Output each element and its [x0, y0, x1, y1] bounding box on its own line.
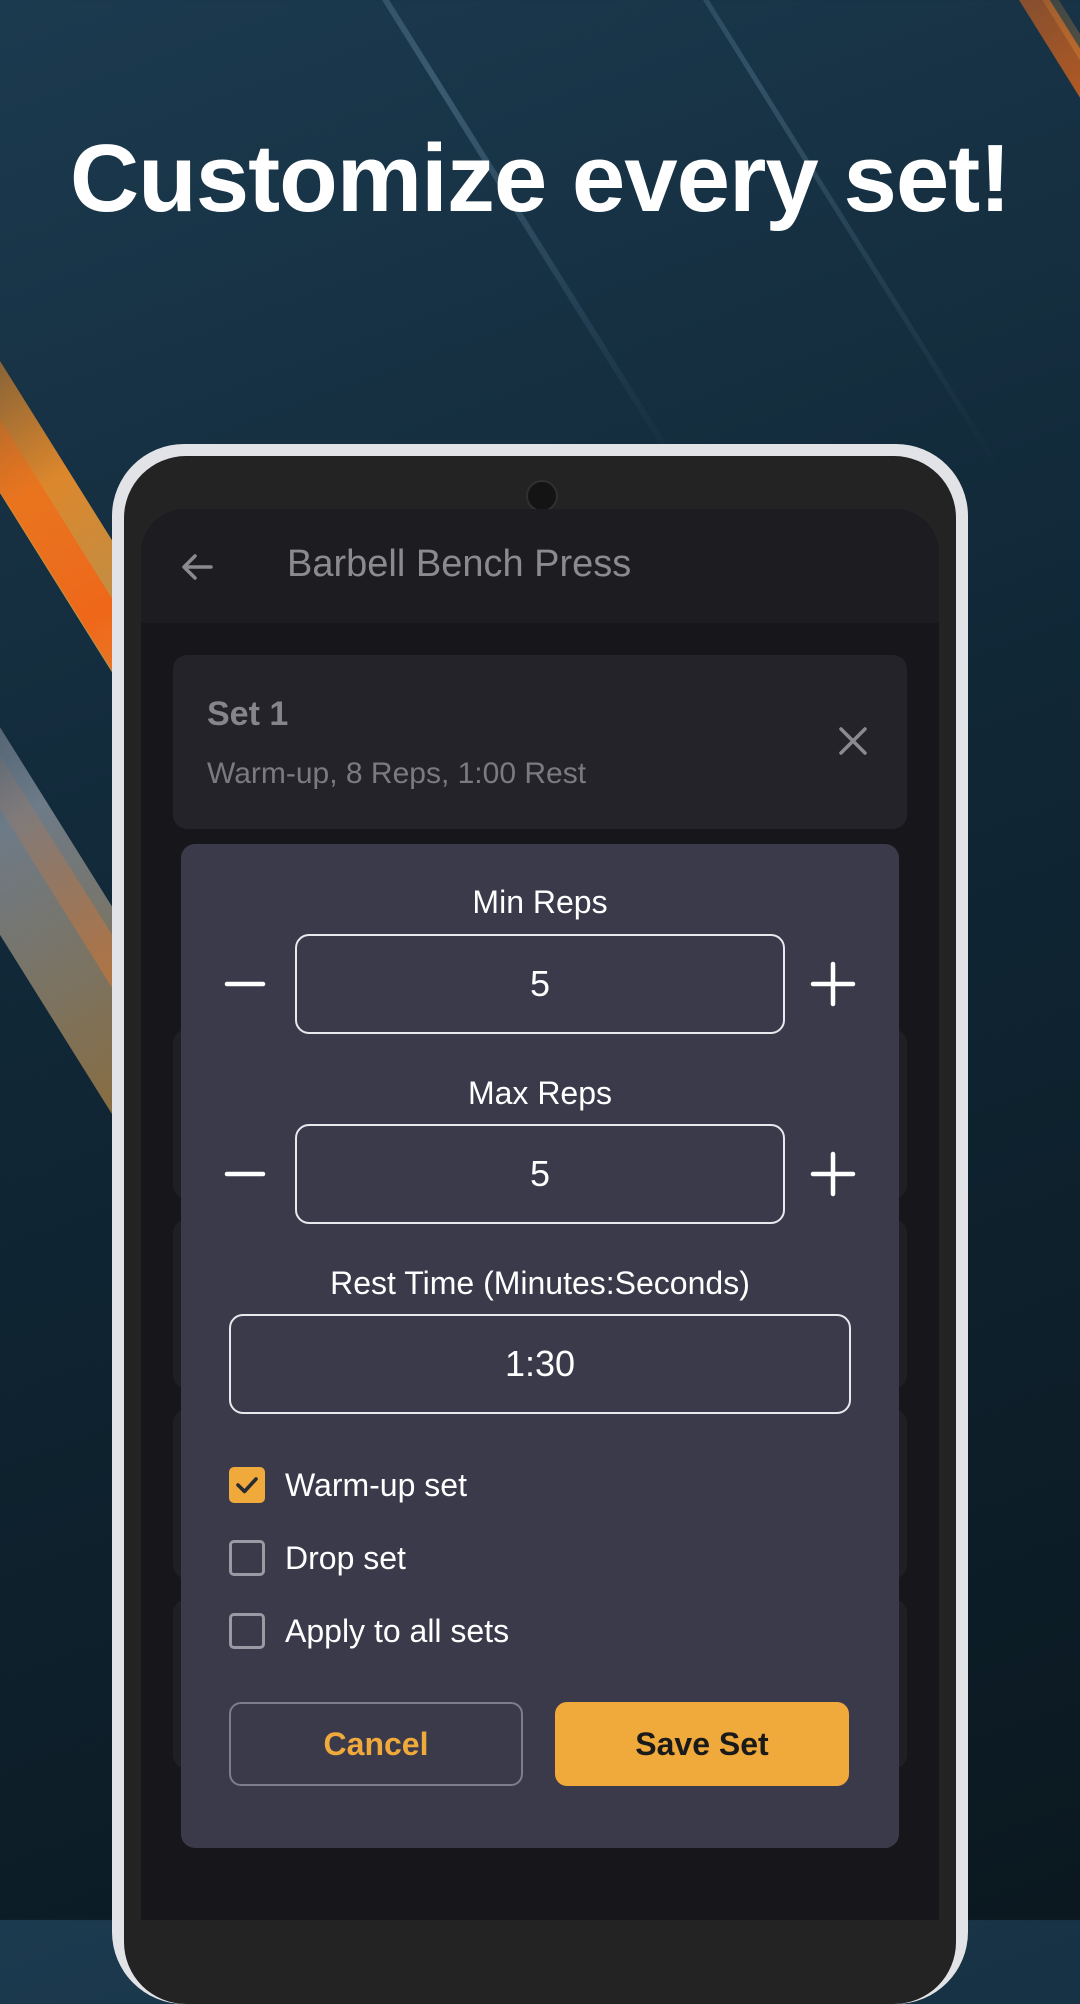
set-summary: Warm-up, 8 Reps, 1:00 Rest	[207, 757, 587, 790]
min-reps-field[interactable]: 5	[295, 934, 785, 1034]
cancel-button[interactable]: Cancel	[229, 1702, 523, 1786]
save-set-button[interactable]: Save Set	[555, 1702, 849, 1786]
apply-all-checkbox[interactable]	[229, 1613, 265, 1649]
warm-up-checkbox[interactable]	[229, 1467, 265, 1503]
promo-headline: Customize every set!	[69, 125, 1011, 232]
rest-time-field[interactable]: 1:30	[229, 1314, 851, 1414]
light-streak	[974, 0, 1080, 654]
max-reps-field[interactable]: 5	[295, 1124, 785, 1224]
warm-up-label: Warm-up set	[285, 1466, 467, 1503]
min-reps-label: Min Reps	[472, 884, 608, 920]
checkmark-icon	[236, 1477, 258, 1494]
app-screen: Barbell Bench Press Set 1 Warm-up, 8 Rep…	[141, 509, 939, 1920]
rest-time-label: Rest Time (Minutes:Seconds)	[330, 1265, 750, 1301]
plus-icon[interactable]	[803, 1144, 863, 1204]
max-reps-label: Max Reps	[467, 1075, 613, 1111]
apply-all-option[interactable]: Apply to all sets	[229, 1609, 509, 1653]
app-bar: Barbell Bench Press	[141, 509, 939, 623]
drop-set-checkbox[interactable]	[229, 1540, 265, 1576]
warm-up-option[interactable]: Warm-up set	[229, 1463, 467, 1507]
arrow-left-icon[interactable]	[177, 547, 217, 587]
set-title: Set 1	[207, 695, 289, 733]
drop-set-label: Drop set	[285, 1539, 406, 1576]
close-icon[interactable]	[835, 723, 871, 759]
drop-set-option[interactable]: Drop set	[229, 1536, 406, 1580]
edit-set-dialog: Min Reps 5 Max Reps 5 Rest Time (Minutes…	[181, 844, 899, 1848]
page-title: Barbell Bench Press	[287, 543, 632, 585]
apply-all-label: Apply to all sets	[285, 1612, 510, 1649]
plus-icon[interactable]	[803, 954, 863, 1014]
minus-icon[interactable]	[215, 1144, 275, 1204]
minus-icon[interactable]	[215, 954, 275, 1014]
set-card[interactable]: Set 1 Warm-up, 8 Reps, 1:00 Rest	[173, 655, 907, 829]
front-camera	[526, 480, 558, 512]
